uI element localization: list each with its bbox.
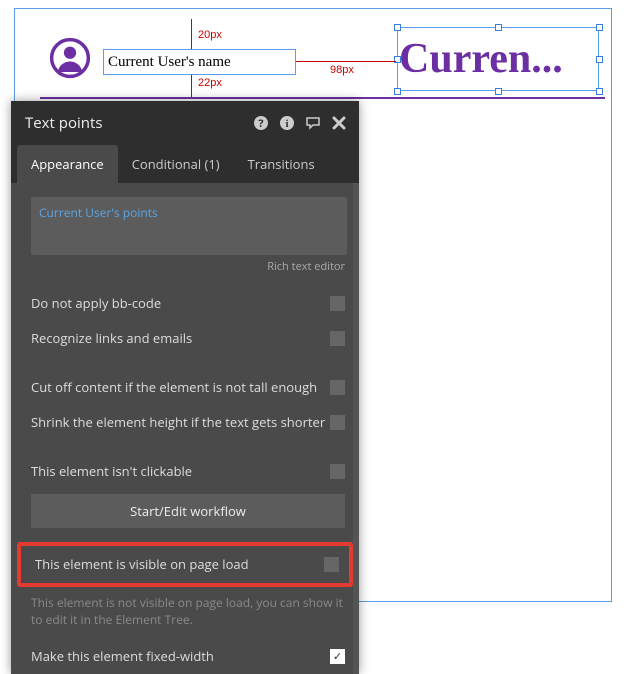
prop-not-clickable: This element isn't clickable bbox=[11, 454, 359, 489]
prop-label: This element isn't clickable bbox=[31, 463, 330, 480]
info-icon[interactable]: i bbox=[277, 113, 297, 133]
measure-guide bbox=[191, 75, 192, 97]
resize-handle[interactable] bbox=[495, 24, 502, 31]
checkbox-cutoff[interactable] bbox=[330, 380, 345, 395]
property-editor-panel[interactable]: Text points ? i Appearance Conditional (… bbox=[11, 101, 359, 674]
selection-outline bbox=[397, 27, 599, 91]
resize-handle[interactable] bbox=[596, 24, 603, 31]
close-icon[interactable] bbox=[329, 113, 349, 133]
dynamic-expression[interactable]: Current User's points bbox=[39, 204, 158, 221]
svg-text:i: i bbox=[285, 118, 288, 130]
svg-text:?: ? bbox=[258, 116, 263, 131]
prop-label: Recognize links and emails bbox=[31, 330, 330, 347]
prop-label: Do not apply bb-code bbox=[31, 295, 330, 312]
tab-appearance[interactable]: Appearance bbox=[17, 145, 118, 183]
visible-on-load-hint: This element is not visible on page load… bbox=[11, 591, 359, 639]
checkbox-visible-on-load[interactable] bbox=[324, 557, 339, 572]
tab-conditional[interactable]: Conditional (1) bbox=[118, 145, 234, 183]
checkbox-shrink[interactable] bbox=[330, 415, 345, 430]
resize-handle[interactable] bbox=[596, 88, 603, 95]
rich-text-editor-link[interactable]: Rich text editor bbox=[11, 259, 345, 274]
prop-fixed-width: Make this element fixed-width ✓ bbox=[11, 639, 359, 674]
visible-on-load-highlight: This element is visible on page load bbox=[17, 542, 353, 587]
user-avatar-icon bbox=[49, 37, 91, 79]
measure-label-bottom: 22px bbox=[198, 77, 222, 89]
prop-label: Make this element fixed-width bbox=[31, 648, 330, 665]
prop-no-bbcode: Do not apply bb-code bbox=[11, 286, 359, 321]
prop-visible-on-load: This element is visible on page load bbox=[21, 547, 349, 582]
checkbox-not-clickable[interactable] bbox=[330, 464, 345, 479]
help-icon[interactable]: ? bbox=[251, 113, 271, 133]
header-divider bbox=[40, 97, 605, 99]
resize-handle[interactable] bbox=[394, 88, 401, 95]
prop-label: Shrink the element height if the text ge… bbox=[31, 414, 330, 431]
checkbox-recognize-links[interactable] bbox=[330, 331, 345, 346]
scrollbar[interactable] bbox=[353, 183, 359, 674]
measure-label-gap: 98px bbox=[330, 64, 354, 76]
panel-tabs: Appearance Conditional (1) Transitions bbox=[11, 145, 359, 183]
panel-header: Text points ? i bbox=[11, 101, 359, 145]
panel-title: Text points bbox=[25, 113, 245, 133]
prop-label: This element is visible on page load bbox=[35, 556, 324, 573]
tab-appearance-body: Current User's points Rich text editor D… bbox=[11, 183, 359, 674]
checkbox-fixed-width[interactable]: ✓ bbox=[330, 649, 345, 664]
start-edit-workflow-button[interactable]: Start/Edit workflow bbox=[31, 494, 345, 528]
prop-shrink: Shrink the element height if the text ge… bbox=[11, 405, 359, 440]
comment-icon[interactable] bbox=[303, 113, 323, 133]
prop-recognize-links: Recognize links and emails bbox=[11, 321, 359, 356]
checkbox-no-bbcode[interactable] bbox=[330, 296, 345, 311]
resize-handle[interactable] bbox=[596, 56, 603, 63]
measure-guide bbox=[296, 61, 396, 62]
prop-cutoff: Cut off content if the element is not ta… bbox=[11, 370, 359, 405]
measure-label-top: 20px bbox=[198, 29, 222, 41]
resize-handle[interactable] bbox=[495, 88, 502, 95]
resize-handle[interactable] bbox=[394, 24, 401, 31]
tab-transitions[interactable]: Transitions bbox=[234, 145, 329, 183]
prop-label: Cut off content if the element is not ta… bbox=[31, 379, 330, 396]
measure-guide bbox=[191, 19, 192, 49]
user-name-input[interactable] bbox=[103, 49, 296, 75]
text-content-editor[interactable]: Current User's points bbox=[31, 197, 347, 255]
